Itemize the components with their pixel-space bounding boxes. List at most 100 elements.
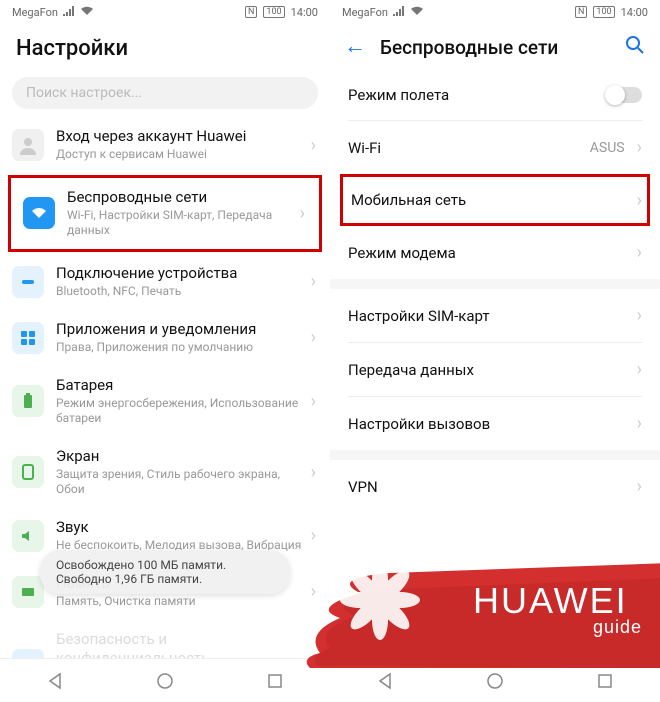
row-subtitle: Режим энергосбережения, Использование ба… [56,396,305,427]
clock: 14:00 [291,6,318,19]
toast-memory-freed: Освобождено 100 МБ памяти. Свободно 1,96… [40,550,290,594]
status-bar: MegaFon N 100 14:00 [0,0,330,24]
row-display[interactable]: Экран Защита зрения, Стиль рабочего экра… [0,437,330,508]
battery-icon: 100 [593,6,614,18]
row-security[interactable]: Безопасность и конфиденциальность Разбло… [0,620,330,658]
toast-line1: Освобождено 100 МБ памяти. [56,558,274,572]
row-subtitle: Защита зрения, Стиль рабочего экрана, Об… [56,467,305,498]
section-gap [330,450,660,460]
chevron-right-icon: › [637,242,642,263]
wifi-status-icon [80,6,94,19]
row-airplane-mode[interactable]: Режим полета [330,70,660,120]
row-tethering[interactable]: Режим модема › [330,226,660,279]
row-title: Безопасность и конфиденциальность [56,630,305,658]
row-subtitle: Доступ к сервисам Huawei [56,147,305,163]
row-title: Приложения и уведомления [56,320,305,339]
row-subtitle: Wi-Fi, Настройки SIM-карт, Передача данн… [67,208,294,239]
chevron-right-icon: › [311,391,316,412]
row-label: Настройки SIM-карт [348,307,631,325]
page-header: Настройки [0,24,330,71]
battery-icon: 100 [263,6,284,18]
wifi-icon [23,197,55,229]
row-vpn[interactable]: VPN › [330,460,660,513]
chevron-right-icon: › [637,137,642,158]
nav-back[interactable] [374,670,396,692]
toast-line2: Свободно 1,96 ГБ памяти. [56,572,274,586]
nav-back[interactable] [44,670,66,692]
nav-bar [0,658,330,702]
chevron-right-icon: › [637,305,642,326]
section-gap [330,279,660,289]
chevron-right-icon: › [311,327,316,348]
chevron-right-icon: › [637,476,642,497]
row-subtitle: Bluetooth, NFC, Печать [56,284,305,300]
row-wifi[interactable]: Wi-Fi ASUS › [330,121,660,174]
row-title: Экран [56,447,305,466]
row-title: Подключение устройства [56,264,305,283]
battery-icon [12,385,44,417]
chevron-right-icon: › [311,581,316,602]
row-data-usage[interactable]: Передача данных › [330,343,660,396]
page-title: Беспроводные сети [380,36,610,59]
row-call-settings[interactable]: Настройки вызовов › [330,397,660,450]
nfc-icon: N [245,6,257,18]
chevron-right-icon: › [311,654,316,658]
row-label: Настройки вызовов [348,415,631,433]
row-sim-settings[interactable]: Настройки SIM-карт › [330,289,660,342]
row-title: Звук [56,518,305,537]
chevron-right-icon: › [311,135,316,156]
storage-icon [12,576,44,608]
chevron-right-icon: › [637,190,642,211]
carrier-label: MegaFon [12,6,58,19]
wifi-value: ASUS [590,140,625,156]
nav-home[interactable] [154,670,176,692]
row-label: Wi-Fi [348,139,590,157]
row-label: Мобильная сеть [351,191,639,209]
shield-icon [12,649,44,658]
chevron-right-icon: › [637,359,642,380]
nav-bar [330,658,660,702]
row-huawei-id[interactable]: Вход через аккаунт Huawei Доступ к серви… [0,117,330,173]
search-icon[interactable] [624,34,646,60]
row-mobile-network[interactable]: Мобильная сеть [343,177,647,223]
wifi-status-icon [410,6,424,19]
row-wireless[interactable]: Беспроводные сети Wi-Fi, Настройки SIM-к… [11,178,319,249]
person-icon [12,129,44,161]
grid-icon [12,322,44,354]
row-label: Режим модема [348,244,631,262]
status-bar: MegaFon N 100 14:00 [330,0,660,24]
page-header: ← Беспроводные сети [330,24,660,70]
row-subtitle: Память, Очистка памяти [56,594,305,610]
row-apps[interactable]: Приложения и уведомления Права, Приложен… [0,310,330,366]
link-icon [12,266,44,298]
wireless-settings-screen: MegaFon N 100 14:00 ← Беспроводные сети … [330,0,660,702]
nav-recent[interactable] [594,670,616,692]
chevron-right-icon: › [300,203,305,224]
nav-home[interactable] [484,670,506,692]
row-label: VPN [348,478,631,496]
chevron-right-icon: › [637,413,642,434]
speaker-icon [12,520,44,552]
back-button[interactable]: ← [344,36,366,58]
row-label: Передача данных [348,361,631,379]
settings-main-screen: MegaFon N 100 14:00 Настройки Поиск наст… [0,0,330,702]
search-input[interactable]: Поиск настроек... [12,77,318,109]
row-label: Режим полета [348,86,606,104]
row-battery[interactable]: Батарея Режим энергосбережения, Использо… [0,366,330,437]
chevron-right-icon: › [311,462,316,483]
chevron-right-icon: › [311,525,316,546]
clock: 14:00 [621,6,648,19]
signal-icon [393,6,405,19]
row-title: Беспроводные сети [67,188,294,207]
row-title: Батарея [56,376,305,395]
chevron-right-icon: › [311,271,316,292]
carrier-label: MegaFon [342,6,388,19]
signal-icon [63,6,75,19]
row-device-connection[interactable]: Подключение устройства Bluetooth, NFC, П… [0,254,330,310]
highlight-wireless: Беспроводные сети Wi-Fi, Настройки SIM-к… [8,175,322,252]
nfc-icon: N [575,6,587,18]
airplane-toggle[interactable] [606,87,642,103]
display-icon [12,456,44,488]
highlight-mobile: Мобильная сеть [340,174,650,226]
nav-recent[interactable] [264,670,286,692]
